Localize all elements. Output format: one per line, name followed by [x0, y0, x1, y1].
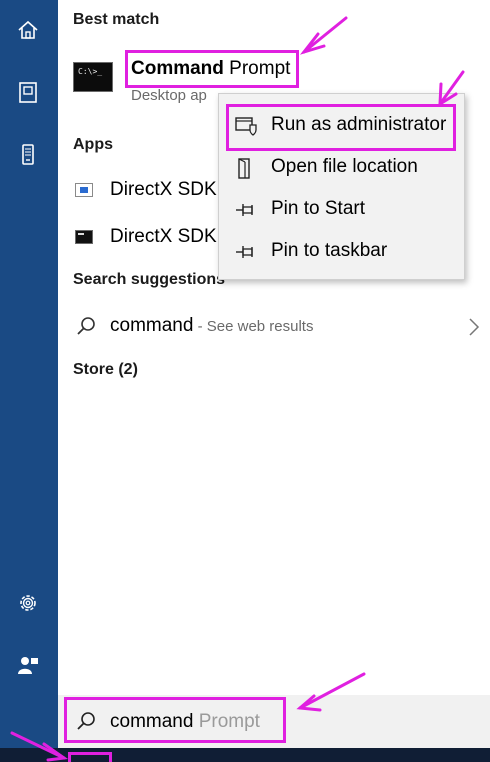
menu-item-label: Open file location: [271, 156, 418, 177]
directx-window-icon: [75, 183, 93, 197]
taskbar: [0, 748, 490, 762]
user-icon: [18, 657, 38, 674]
store-heading[interactable]: Store (2): [73, 361, 138, 379]
apps-heading: Apps: [73, 136, 113, 153]
app-result-label: DirectX SDK: [110, 226, 217, 247]
menu-item-label: Run as administrator: [271, 114, 447, 135]
web-suggestion-label: command - See web results: [110, 315, 313, 337]
home-button[interactable]: [0, 7, 58, 53]
pin-icon: [236, 246, 253, 258]
suggestion-hint: - See web results: [193, 318, 314, 335]
documents-button[interactable]: [0, 69, 58, 115]
user-button[interactable]: [0, 642, 58, 688]
search-input[interactable]: command Prompt: [110, 711, 260, 733]
search-icon: [77, 317, 95, 335]
context-menu: Run as administrator Open file location …: [218, 93, 465, 280]
menu-item-label: Pin to taskbar: [271, 240, 388, 261]
start-rail: [0, 0, 58, 748]
home-icon: [18, 20, 38, 39]
best-match-title-bold: Command: [131, 58, 224, 79]
command-prompt-icon: C:\>_: [73, 62, 113, 92]
devices-button[interactable]: [0, 131, 58, 177]
menu-item-pin-to-taskbar[interactable]: Pin to taskbar: [219, 230, 464, 272]
search-suggestions-heading: Search suggestions: [73, 271, 226, 288]
chevron-right-icon: [469, 318, 480, 336]
documents-icon: [19, 82, 37, 103]
phone-icon: [22, 144, 34, 165]
settings-icon: [20, 595, 36, 611]
pin-icon: [236, 204, 253, 216]
best-match-title-rest: Prompt: [223, 58, 291, 79]
menu-item-open-file-location[interactable]: Open file location: [219, 146, 464, 188]
best-match-title: Command Prompt: [131, 58, 290, 80]
search-autocomplete: Prompt: [193, 711, 260, 732]
suggestion-query: command: [110, 315, 194, 336]
best-match-heading: Best match: [73, 11, 160, 28]
directx-console-icon: [75, 230, 93, 244]
menu-item-pin-to-start[interactable]: Pin to Start: [219, 188, 464, 230]
settings-button[interactable]: [0, 580, 58, 626]
menu-item-run-as-administrator[interactable]: Run as administrator: [219, 104, 464, 146]
app-result-label: DirectX SDK: [110, 179, 217, 200]
best-match-subtitle: Desktop ap: [131, 87, 207, 104]
menu-item-label: Pin to Start: [271, 198, 365, 219]
web-suggestion-item[interactable]: command - See web results: [58, 305, 490, 347]
shield-admin-icon: [235, 117, 257, 136]
search-icon: [77, 712, 95, 730]
search-box[interactable]: command Prompt: [58, 695, 490, 748]
search-typed-text: command: [110, 711, 194, 732]
file-location-icon: [238, 158, 250, 179]
